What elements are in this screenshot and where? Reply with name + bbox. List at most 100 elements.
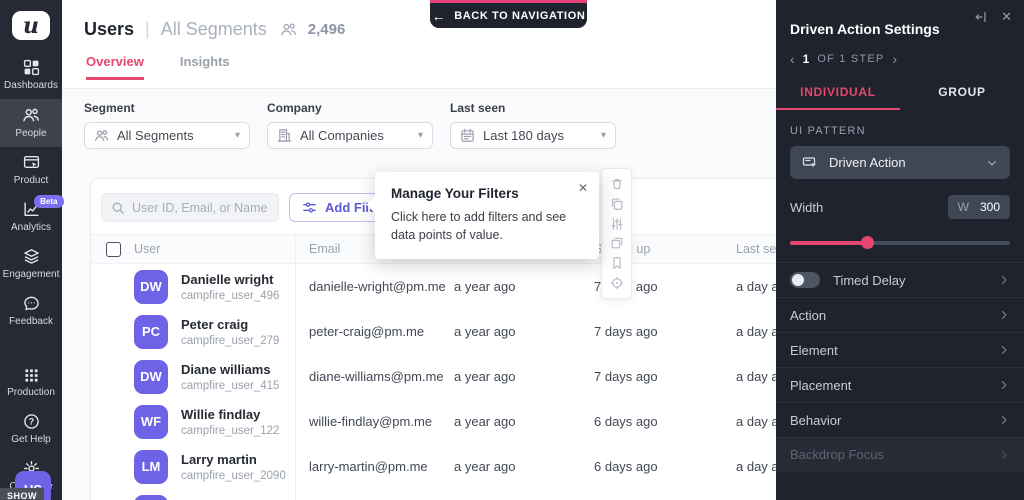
dropdown-value: All Companies: [300, 128, 384, 143]
setting-row-timed-delay[interactable]: Timed Delay: [776, 262, 1024, 297]
table-row[interactable]: MCMartha cunningham: [91, 489, 776, 500]
chevron-right-icon: [998, 309, 1010, 321]
duplicate-icon[interactable]: [610, 236, 624, 250]
bookmark-icon[interactable]: [610, 256, 624, 270]
sidebar-item-engagement[interactable]: Engagement: [0, 241, 62, 288]
collapse-panel-icon[interactable]: [974, 10, 988, 24]
last-seen: a day ago: [736, 369, 776, 384]
user-name: Danielle wright: [181, 271, 274, 287]
segment-dropdown[interactable]: All Segments ▾: [84, 122, 250, 149]
back-to-navigation-button[interactable]: ← BACK TO NAVIGATION: [430, 0, 587, 28]
table-row[interactable]: DW Diane williams campfire_user_415 diane-…: [91, 354, 776, 399]
user-id: campfire_user_279: [181, 334, 280, 347]
filter-label: Last seen: [450, 101, 506, 115]
table-row[interactable]: LM Larry martin campfire_user_2090 larry-m…: [91, 444, 776, 489]
show-label: SHOW: [0, 488, 44, 500]
table-row[interactable]: PC Peter craig campfire_user_279 peter-cra…: [91, 309, 776, 354]
beta-badge: Beta: [34, 195, 64, 208]
table-row[interactable]: WF Willie findlay campfire_user_122 willie…: [91, 399, 776, 444]
step-prev-icon[interactable]: ‹: [790, 52, 795, 66]
sidebar-item-label: Dashboards: [4, 80, 58, 91]
sidebar-item-analytics[interactable]: Beta Analytics: [0, 194, 64, 241]
ui-pattern-dropdown[interactable]: Driven Action: [790, 146, 1010, 179]
target-icon[interactable]: [610, 276, 624, 290]
avatar: DW: [134, 269, 168, 304]
back-button-label: BACK TO NAVIGATION: [454, 9, 586, 22]
tab-overview[interactable]: Overview: [86, 54, 144, 80]
tab-insights[interactable]: Insights: [180, 54, 230, 80]
setting-row-action[interactable]: Action: [776, 297, 1024, 332]
user-name: Diane williams: [181, 361, 271, 377]
title-row: Users | All Segments 2,496: [62, 0, 776, 40]
setting-label: Backdrop Focus: [790, 447, 884, 462]
user-name: Peter craig: [181, 316, 249, 332]
chat-icon: [23, 295, 40, 312]
sidebar-item-production[interactable]: Production: [0, 361, 62, 406]
sidebar-item-label: People: [15, 128, 47, 139]
setting-row-element[interactable]: Element: [776, 332, 1024, 367]
search-input[interactable]: [132, 200, 272, 215]
timed-delay-toggle[interactable]: [790, 272, 820, 288]
page-title: Users: [84, 19, 135, 39]
chevron-right-icon: [998, 449, 1010, 461]
width-value-input[interactable]: W 300: [947, 195, 1010, 219]
tab-individual[interactable]: INDIVIDUAL: [776, 77, 900, 110]
step-label: OF 1 STEP: [817, 53, 885, 65]
sidebar-item-product[interactable]: Product: [0, 147, 62, 194]
last-seen: a day ago: [736, 414, 776, 429]
user-name: Larry martin: [181, 451, 257, 467]
chevron-right-icon: [998, 414, 1010, 426]
last-seen: a day ago: [736, 279, 776, 294]
layers-icon: [23, 248, 40, 265]
sidebar-item-feedback[interactable]: Feedback: [0, 288, 62, 335]
user-id: campfire_user_122: [181, 424, 280, 437]
width-label: Width: [790, 199, 824, 215]
slider-handle[interactable]: [861, 236, 874, 249]
tooltip-title: Manage Your Filters: [391, 186, 519, 201]
people-icon: [22, 106, 40, 124]
user-id: campfire_user_496: [181, 289, 280, 302]
app-logo[interactable]: u: [12, 11, 50, 40]
avatar: MC: [134, 494, 168, 500]
sidebar-item-dashboards[interactable]: Dashboards: [0, 52, 62, 99]
company-dropdown[interactable]: All Companies ▾: [267, 122, 433, 149]
setting-label: Placement: [790, 377, 852, 393]
setting-row-placement[interactable]: Placement: [776, 367, 1024, 402]
first-seen: a year ago: [454, 414, 516, 429]
select-all-checkbox[interactable]: [106, 241, 121, 257]
sidebar-item-label: Analytics: [10, 222, 51, 233]
signed-up: 6 days ago: [594, 414, 658, 429]
chevron-right-icon: [998, 379, 1010, 391]
ui-pattern-value: Driven Action: [829, 155, 906, 170]
user-name: Willie findlay: [181, 406, 261, 422]
width-slider[interactable]: [790, 236, 1010, 249]
width-row: Width W 300: [790, 195, 1010, 219]
tooltip-close-icon[interactable]: ✕: [578, 181, 588, 195]
arrow-left-icon: ←: [431, 7, 447, 24]
copy-icon[interactable]: [610, 197, 624, 211]
sidebar-item-get-help[interactable]: ? Get Help: [0, 406, 62, 453]
sidebar-item-people[interactable]: People: [0, 99, 62, 147]
step-next-icon[interactable]: ›: [892, 52, 897, 66]
driven-action-icon: [802, 155, 818, 170]
signed-up: 7 days ago: [594, 369, 658, 384]
last-seen-dropdown[interactable]: Last 180 days ▾: [450, 122, 616, 149]
user-email: willie-findlay@pm.me: [309, 414, 433, 429]
first-seen: a year ago: [454, 459, 516, 474]
settings-sliders-icon[interactable]: [610, 217, 624, 231]
last-seen: a day ago: [736, 324, 776, 339]
first-seen: a year ago: [454, 324, 516, 339]
chevron-down-icon: ▾: [600, 130, 606, 141]
step-navigator: ‹ 1 OF 1 STEP ›: [790, 52, 1010, 66]
people-icon: [94, 128, 109, 143]
tab-group[interactable]: GROUP: [900, 77, 1024, 110]
user-email: larry-martin@pm.me: [309, 459, 428, 474]
avatar: PC: [134, 314, 168, 349]
help-icon: ?: [23, 413, 40, 430]
table-row[interactable]: DW Danielle wright campfire_user_496 danie…: [91, 264, 776, 309]
setting-row-backdrop-focus[interactable]: Backdrop Focus: [776, 437, 1024, 472]
setting-row-behavior[interactable]: Behavior: [776, 402, 1024, 437]
close-panel-icon[interactable]: ✕: [1001, 9, 1012, 25]
first-seen: a year ago: [454, 369, 516, 384]
trash-icon[interactable]: [610, 177, 624, 191]
